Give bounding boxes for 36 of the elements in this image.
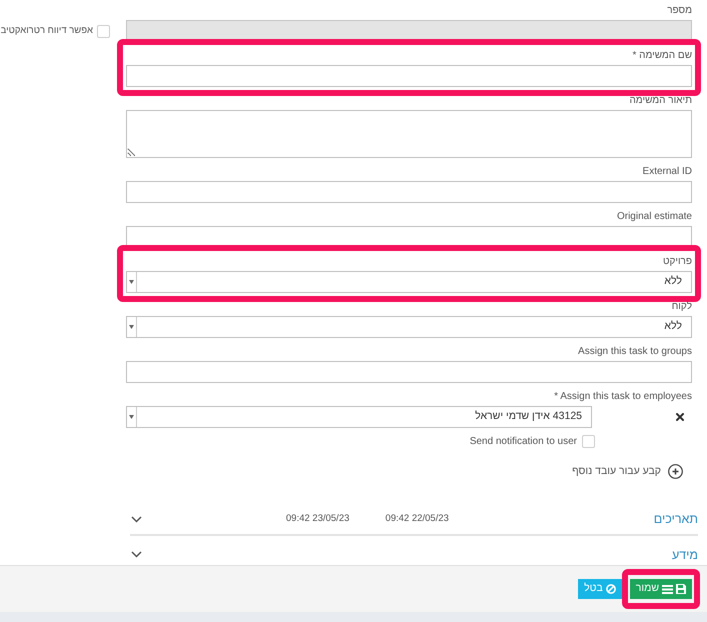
field-label: פרויקט	[662, 255, 692, 269]
text-input[interactable]	[126, 361, 692, 383]
caret-icon	[129, 415, 134, 419]
text-input[interactable]	[126, 65, 692, 87]
text-input[interactable]	[126, 226, 692, 248]
close-icon[interactable]	[676, 413, 684, 421]
dropdown-field[interactable]: 43125 אידן שדמי ישראל	[126, 406, 592, 428]
checkbox[interactable]	[97, 24, 110, 38]
chevron-icon[interactable]	[131, 551, 142, 558]
field-label: Assign this task to groups	[577, 345, 692, 359]
date-text: 09:42 22/05/23	[385, 512, 449, 526]
section-header[interactable]: תאריכים	[654, 510, 698, 528]
checkbox[interactable]	[582, 435, 595, 448]
dropdown-field[interactable]: ללא	[126, 316, 692, 338]
field-label: תיאור המשימה	[628, 94, 692, 108]
list-icon	[662, 584, 673, 594]
field-label: מספר	[666, 4, 692, 18]
plus-circle-icon[interactable]	[668, 464, 683, 480]
field-label: * Assign this task to employees	[553, 390, 692, 404]
textarea-field[interactable]	[126, 110, 692, 158]
checkbox-label: Send notification to user	[470, 435, 577, 449]
field-label: Original estimate	[616, 210, 692, 224]
field-label: לקוח	[670, 300, 692, 314]
dropdown-field[interactable]: ללא	[126, 271, 692, 293]
save-icon	[676, 584, 686, 594]
ban-icon	[606, 584, 616, 594]
field-label: שם המשימה *	[631, 49, 692, 63]
field-label: External ID	[642, 165, 692, 179]
text-input[interactable]	[126, 181, 692, 203]
date-text: 09:42 23/05/23	[286, 512, 350, 526]
section-header[interactable]: מידע	[672, 546, 698, 564]
caret-icon	[129, 280, 134, 284]
chevron-icon[interactable]	[131, 516, 142, 523]
caret-icon	[129, 325, 134, 329]
checkbox-label: אפשר דיווח רטרואקטיבי	[0, 24, 93, 38]
add-employee-link[interactable]: קבע עבור עובד נוסף	[572, 464, 661, 480]
